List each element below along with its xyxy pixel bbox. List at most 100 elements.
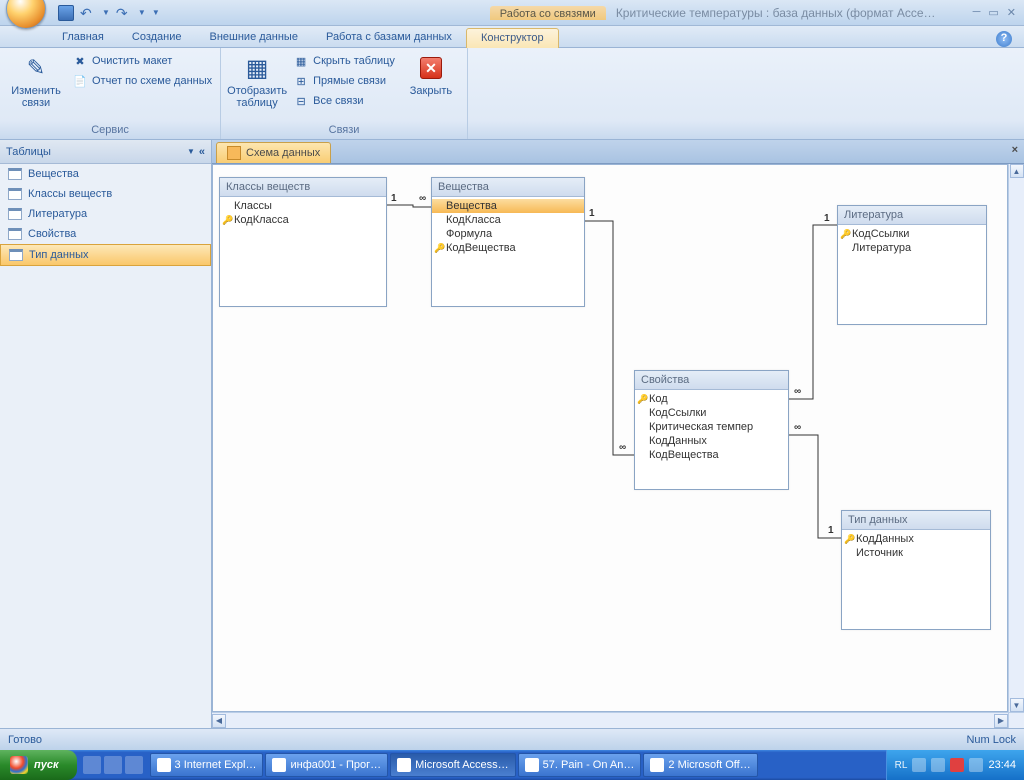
system-tray: RL 23:44	[886, 750, 1024, 780]
taskbar-button[interactable]: 57. Pain - On An…	[518, 753, 642, 777]
nav-item[interactable]: Классы веществ	[0, 184, 211, 204]
nav-collapse-button[interactable]: «	[199, 146, 205, 158]
table-field[interactable]: КодКласса	[220, 213, 386, 227]
nav-header[interactable]: Таблицы ▼ «	[0, 140, 211, 164]
edit-relationships-button[interactable]: ✎ Изменить связи	[6, 50, 66, 111]
table-field[interactable]: КодДанных	[635, 434, 788, 448]
rel-one-label: 1	[828, 525, 834, 536]
horizontal-scrollbar[interactable]: ◀ ▶	[212, 712, 1008, 728]
table-icon	[8, 188, 22, 200]
rel-one-label: 1	[589, 208, 595, 219]
doc-tab-relationships[interactable]: Схема данных	[216, 142, 331, 163]
table-title: Тип данных	[842, 511, 990, 530]
rel-one-label: 1	[824, 213, 830, 224]
table-field[interactable]: КодВещества	[635, 448, 788, 462]
tray-icon[interactable]	[950, 758, 964, 772]
app-icon	[157, 758, 171, 772]
navigation-pane: Таблицы ▼ « ВеществаКлассы веществЛитера…	[0, 140, 212, 728]
nav-item[interactable]: Тип данных	[0, 244, 211, 266]
office-button[interactable]	[6, 0, 46, 29]
taskbar-button[interactable]: 2 Microsoft Off…	[643, 753, 757, 777]
table-classes[interactable]: Классы веществКлассыКодКласса	[219, 177, 387, 307]
rel-many-label: ∞	[419, 193, 426, 204]
relationships-canvas[interactable]: 1 ∞ 1 ∞ ∞ 1 ∞ 1 Классы веществКлассыКодК…	[212, 164, 1008, 712]
hide-table-button[interactable]: ▦Скрыть таблицу	[291, 52, 397, 70]
table-field[interactable]: Классы	[220, 199, 386, 213]
nav-item[interactable]: Свойства	[0, 224, 211, 244]
scroll-up-button[interactable]: ▲	[1010, 164, 1024, 178]
redo-icon[interactable]	[116, 5, 132, 21]
table-field[interactable]: Литература	[838, 241, 986, 255]
clear-layout-button[interactable]: ✖Очистить макет	[70, 52, 214, 70]
app-icon	[272, 758, 286, 772]
table-literature[interactable]: ЛитератураКодСсылкиЛитература	[837, 205, 987, 325]
quick-access-toolbar: ▼ ▼ ▼	[58, 5, 160, 21]
help-icon[interactable]: ?	[996, 31, 1012, 47]
table-field[interactable]: КодСсылки	[635, 406, 788, 420]
tab-external-data[interactable]: Внешние данные	[196, 28, 312, 47]
tab-home[interactable]: Главная	[48, 28, 118, 47]
edit-relationships-label: Изменить связи	[8, 85, 64, 109]
nav-item[interactable]: Литература	[0, 204, 211, 224]
tab-create[interactable]: Создание	[118, 28, 196, 47]
save-icon[interactable]	[58, 5, 74, 21]
tab-design[interactable]: Конструктор	[466, 28, 559, 48]
table-field[interactable]: Формула	[432, 227, 584, 241]
start-button[interactable]: пуск	[0, 750, 77, 780]
table-field[interactable]: КодКласса	[432, 213, 584, 227]
restore-button[interactable]: ▭	[988, 6, 998, 19]
scroll-down-button[interactable]: ▼	[1010, 698, 1024, 712]
undo-dropdown[interactable]: ▼	[102, 8, 110, 17]
tray-icon[interactable]	[969, 758, 983, 772]
taskbar-button[interactable]: 3 Internet Expl…	[150, 753, 264, 777]
rel-many-label: ∞	[794, 386, 801, 397]
nav-item[interactable]: Вещества	[0, 164, 211, 184]
direct-relationships-button[interactable]: ⊞Прямые связи	[291, 72, 397, 90]
nav-dropdown-icon[interactable]: ▼	[187, 147, 195, 156]
vertical-scrollbar[interactable]: ▲ ▼	[1008, 164, 1024, 712]
close-relationships-button[interactable]: ✕ Закрыть	[401, 50, 461, 99]
table-properties[interactable]: СвойстваКодКодСсылкиКритическая темперКо…	[634, 370, 789, 490]
ribbon-tab-strip: Главная Создание Внешние данные Работа с…	[0, 26, 1024, 48]
table-field[interactable]: КодСсылки	[838, 227, 986, 241]
tab-database-tools[interactable]: Работа с базами данных	[312, 28, 466, 47]
taskbar-button[interactable]: Microsoft Access…	[390, 753, 516, 777]
undo-icon[interactable]	[80, 5, 96, 21]
table-field[interactable]: КодДанных	[842, 532, 990, 546]
ql-ie-icon[interactable]	[83, 756, 101, 774]
lang-indicator[interactable]: RL	[895, 760, 908, 771]
table-field[interactable]: Вещества	[432, 199, 584, 213]
tray-icon[interactable]	[931, 758, 945, 772]
scroll-left-button[interactable]: ◀	[212, 714, 226, 728]
rel-many-label: ∞	[794, 422, 801, 433]
scroll-right-button[interactable]: ▶	[994, 714, 1008, 728]
minimize-button[interactable]: ─	[973, 6, 981, 19]
ql-media-icon[interactable]	[125, 756, 143, 774]
table-field[interactable]: КодВещества	[432, 241, 584, 255]
doc-tab-close[interactable]: ×	[1012, 144, 1018, 156]
table-field[interactable]: Код	[635, 392, 788, 406]
relationship-report-button[interactable]: 📄Отчет по схеме данных	[70, 72, 214, 90]
close-button[interactable]: ✕	[1007, 6, 1016, 19]
tray-icon[interactable]	[912, 758, 926, 772]
all-relationships-button[interactable]: ⊟Все связи	[291, 92, 397, 110]
table-field[interactable]: Критическая темпер	[635, 420, 788, 434]
contextual-tab-header: Работа со связями	[490, 6, 606, 20]
table-datatype[interactable]: Тип данных КодДанныхИсточник	[841, 510, 991, 630]
nav-header-label: Таблицы	[6, 146, 183, 158]
clock[interactable]: 23:44	[988, 759, 1016, 771]
table-title: Вещества	[432, 178, 584, 197]
qat-customize[interactable]: ▼	[152, 8, 160, 17]
taskbar-button[interactable]: инфа001 - Прог…	[265, 753, 388, 777]
table-field[interactable]: Источник	[842, 546, 990, 560]
status-numlock: Num Lock	[966, 734, 1016, 746]
redo-dropdown[interactable]: ▼	[138, 8, 146, 17]
ql-desktop-icon[interactable]	[104, 756, 122, 774]
show-table-button[interactable]: ▦ Отобразить таблицу	[227, 50, 287, 111]
windows-logo-icon	[10, 756, 28, 774]
window-title: Критические температуры : база данных (ф…	[616, 6, 936, 20]
table-substances[interactable]: ВеществаВеществаКодКлассаФормулаКодВещес…	[431, 177, 585, 307]
table-title: Свойства	[635, 371, 788, 390]
all-icon: ⊟	[293, 93, 309, 109]
table-title: Литература	[838, 206, 986, 225]
